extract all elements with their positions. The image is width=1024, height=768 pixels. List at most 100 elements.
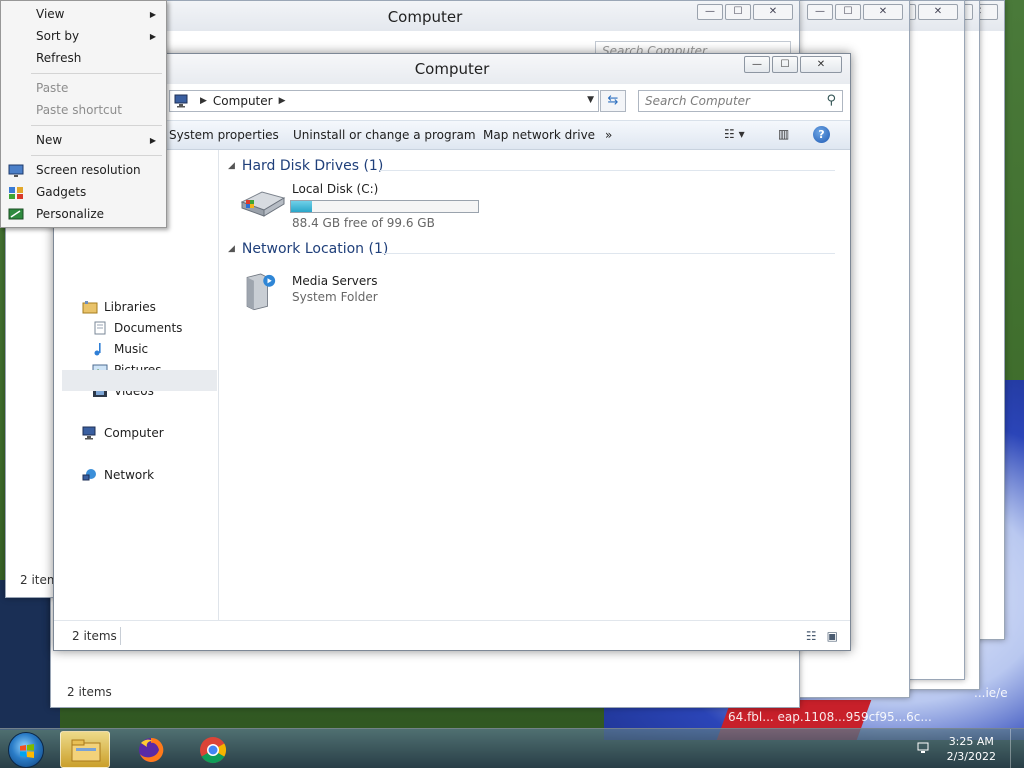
group-title: Network Location (1): [241, 241, 389, 257]
network-icon: [82, 469, 96, 481]
ghost-minimize-button[interactable]: —: [807, 4, 833, 20]
content-pane: ◢ Hard Disk Drives (1) Local Disk (C:) 8…: [220, 150, 850, 622]
network-location-name: Media Servers: [292, 274, 378, 288]
collapse-triangle-icon[interactable]: ◢: [228, 161, 235, 171]
menu-item-new[interactable]: New: [36, 133, 62, 147]
submenu-arrow-icon: ▶: [149, 136, 156, 145]
drive-name: Local Disk (C:): [292, 182, 379, 196]
firefox-icon: [139, 737, 164, 762]
command-bar: System properties Uninstall or change a …: [54, 120, 850, 150]
address-dropdown-icon[interactable]: ▼: [587, 95, 594, 105]
clock-date: 2/3/2022: [946, 750, 996, 763]
ghost-close-button[interactable]: ✕: [753, 4, 793, 20]
details-view-icon[interactable]: ☷: [806, 629, 817, 643]
nav-music-label: Music: [114, 342, 149, 356]
menu-item-paste-shortcut[interactable]: Paste shortcut: [36, 103, 122, 117]
personalize-icon: [8, 208, 24, 220]
menu-item-sort-by[interactable]: Sort by: [36, 29, 79, 43]
menu-item-refresh[interactable]: Refresh: [36, 51, 81, 65]
desktop-filename-text: 64.fbl... eap.1108...959cf95...6c...: [728, 710, 932, 724]
toolbar-overflow-button[interactable]: »: [605, 128, 612, 142]
window-title: Computer: [414, 60, 490, 78]
taskbar-chrome-button[interactable]: [188, 731, 238, 768]
ghost-close-button[interactable]: ✕: [863, 4, 903, 20]
computer-icon: [174, 94, 188, 108]
search-placeholder: Search Computer: [645, 94, 750, 108]
menu-item-paste[interactable]: Paste: [36, 81, 68, 95]
gadgets-icon: [9, 187, 23, 199]
ghost-minimize-button[interactable]: —: [697, 4, 723, 20]
ghost-maximize-button[interactable]: ☐: [725, 4, 751, 20]
library-icon: [82, 301, 98, 314]
menu-separator: [31, 73, 162, 74]
screen-resolution-icon: [8, 164, 24, 177]
change-view-icon[interactable]: ☷ ▾: [724, 127, 745, 141]
close-button[interactable]: ✕: [800, 56, 842, 73]
nav-network[interactable]: Network: [82, 468, 154, 482]
collapse-triangle-icon[interactable]: ◢: [228, 244, 235, 254]
breadcrumb-arrow-icon[interactable]: ▶: [200, 96, 207, 106]
nav-documents[interactable]: Documents: [92, 321, 182, 335]
nav-selection-highlight: [62, 370, 217, 391]
nav-computer[interactable]: Computer: [82, 426, 164, 440]
system-clock[interactable]: 3:25 AM 2/3/2022: [947, 734, 996, 764]
menu-item-gadgets[interactable]: Gadgets: [36, 185, 86, 199]
group-header-network-location[interactable]: ◢ Network Location (1): [228, 241, 388, 257]
network-location-type: System Folder: [292, 290, 378, 304]
submenu-arrow-icon: ▶: [149, 10, 156, 19]
nav-music[interactable]: Music: [92, 342, 148, 356]
status-bar: 2 items ☷ ▣: [54, 620, 850, 650]
menu-item-screen-resolution[interactable]: Screen resolution: [36, 163, 141, 177]
ghost-window-buttons: — ☐ ✕: [807, 4, 903, 20]
maximize-button[interactable]: ☐: [772, 56, 798, 73]
menu-item-view[interactable]: View: [36, 7, 64, 21]
network-tray-icon[interactable]: [916, 741, 932, 755]
explorer-window[interactable]: Computer — ☐ ✕ ▶ Computer ▶ ▼ ⇆ Search C…: [53, 53, 851, 651]
network-location-item[interactable]: Media Servers System Folder: [234, 268, 434, 318]
map-network-drive-button[interactable]: Map network drive: [483, 128, 595, 142]
documents-icon: [94, 321, 106, 335]
status-separator: [120, 627, 121, 645]
group-divider: [380, 170, 835, 171]
clock-time: 3:25 AM: [948, 735, 994, 748]
drive-usage-bar: [290, 200, 479, 213]
help-icon[interactable]: ?: [813, 126, 830, 143]
menu-separator: [31, 155, 162, 156]
preview-pane-icon[interactable]: ▥: [778, 127, 789, 141]
chrome-icon: [200, 737, 227, 764]
window-titlebar[interactable]: Computer — ☐ ✕: [54, 54, 850, 84]
nav-network-label: Network: [104, 468, 155, 482]
show-desktop-button[interactable]: [1010, 729, 1024, 768]
menu-item-personalize[interactable]: Personalize: [36, 207, 104, 221]
group-header-hard-disk-drives[interactable]: ◢ Hard Disk Drives (1): [228, 158, 383, 174]
nav-documents-label: Documents: [114, 321, 183, 335]
system-properties-button[interactable]: System properties: [169, 128, 279, 142]
group-title: Hard Disk Drives (1): [241, 158, 384, 174]
drive-item-local-disk[interactable]: Local Disk (C:) 88.4 GB free of 99.6 GB: [234, 180, 514, 230]
drive-free-space: 88.4 GB free of 99.6 GB: [292, 216, 435, 230]
computer-icon: [82, 426, 96, 440]
hard-drive-icon: [240, 191, 286, 217]
taskbar-explorer-button[interactable]: [60, 731, 110, 768]
address-bar[interactable]: ▶ Computer ▶ ▼: [169, 90, 599, 112]
taskbar: 3:25 AM 2/3/2022: [0, 728, 1024, 768]
media-server-icon: [246, 273, 276, 311]
uninstall-program-button[interactable]: Uninstall or change a program: [293, 128, 476, 142]
large-icons-view-icon[interactable]: ▣: [827, 629, 838, 643]
folder-icon: [71, 739, 101, 762]
ghost-close-button[interactable]: ✕: [918, 4, 958, 20]
taskbar-firefox-button[interactable]: [126, 731, 176, 768]
search-input[interactable]: Search Computer ⚲: [638, 90, 843, 112]
nav-libraries[interactable]: Libraries: [82, 300, 156, 314]
breadcrumb-computer[interactable]: Computer: [213, 94, 273, 108]
nav-libraries-label: Libraries: [104, 300, 156, 314]
breadcrumb-arrow-icon[interactable]: ▶: [279, 96, 286, 106]
minimize-button[interactable]: —: [744, 56, 770, 73]
start-button[interactable]: [8, 732, 44, 768]
drive-usage-fill: [291, 201, 312, 212]
ghost-maximize-button[interactable]: ☐: [835, 4, 861, 20]
search-icon[interactable]: ⚲: [826, 93, 836, 108]
desktop-context-menu: View ▶ Sort by ▶ Refresh Paste Paste sho…: [0, 0, 167, 228]
refresh-button[interactable]: ⇆: [600, 90, 626, 112]
window-controls: — ☐ ✕: [744, 56, 842, 73]
